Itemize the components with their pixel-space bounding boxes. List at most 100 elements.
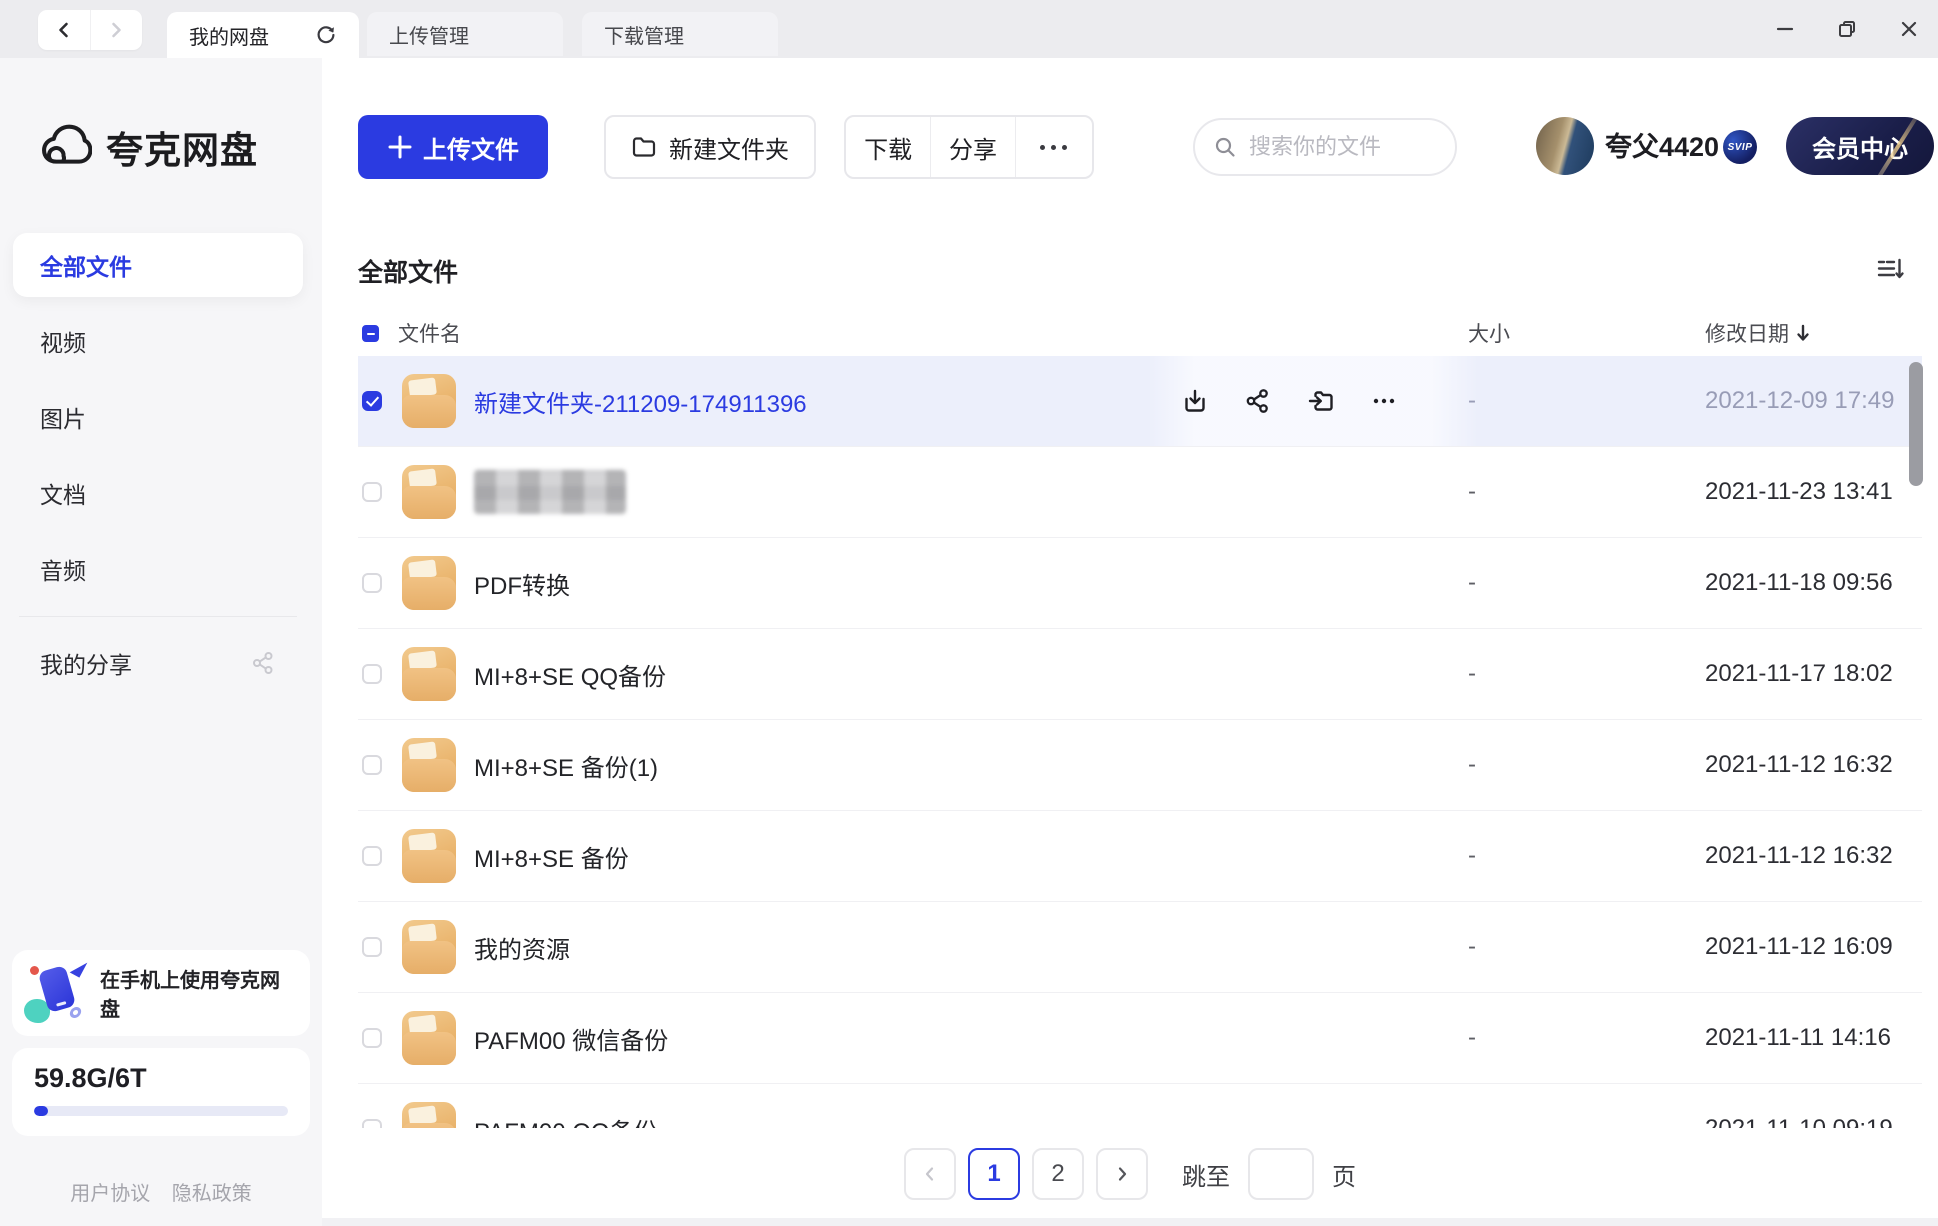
- column-header-date[interactable]: 修改日期: [1705, 310, 1811, 356]
- row-checkbox[interactable]: [362, 482, 382, 502]
- jump-page-input[interactable]: [1248, 1148, 1314, 1200]
- row-checkbox[interactable]: [362, 755, 382, 775]
- sidebar-item-label: 文档: [40, 482, 86, 508]
- row-checkbox[interactable]: [362, 1028, 382, 1048]
- back-button[interactable]: [38, 10, 90, 50]
- mobile-promo-card[interactable]: 在手机上使用夸克网盘: [12, 950, 310, 1036]
- username[interactable]: 夸父4420: [1605, 115, 1719, 179]
- scrollbar-thumb[interactable]: [1909, 362, 1923, 486]
- forward-button[interactable]: [89, 10, 143, 50]
- window-bottom-strip: [322, 1218, 1938, 1226]
- promo-text: 在手机上使用夸克网盘: [100, 970, 280, 1021]
- folder-icon: [402, 1011, 456, 1065]
- file-row[interactable]: MI+8+SE QQ备份 - 2021-11-17 18:02: [358, 629, 1922, 720]
- next-page-button[interactable]: [1096, 1148, 1148, 1200]
- row-checkbox[interactable]: [362, 937, 382, 957]
- sidebar: 夸克网盘 全部文件 视频 图片 文档 音频 我的分享 在手机上使用夸克网盘 59…: [0, 58, 322, 1226]
- sidebar-item-label: 音频: [40, 558, 86, 584]
- row-actions: [1148, 356, 1478, 446]
- file-name[interactable]: MI+8+SE 备份: [474, 839, 629, 874]
- folder-icon: [402, 374, 456, 428]
- row-checkbox[interactable]: [362, 664, 382, 684]
- file-row[interactable]: PDF转换 - 2021-11-18 09:56: [358, 538, 1922, 629]
- file-name[interactable]: MI+8+SE QQ备份: [474, 657, 666, 692]
- column-header-date-label: 修改日期: [1705, 323, 1789, 346]
- download-label: 下载: [864, 136, 913, 164]
- file-name[interactable]: PAFM00 QQ备份: [474, 1112, 658, 1129]
- page-button-2[interactable]: 2: [1032, 1148, 1084, 1200]
- minimize-button[interactable]: [1774, 18, 1796, 40]
- sidebar-item-images[interactable]: 图片: [13, 385, 303, 449]
- tab-upload-manager[interactable]: 上传管理: [367, 12, 563, 56]
- history-nav: [38, 10, 142, 50]
- file-name[interactable]: PDF转换: [474, 566, 570, 601]
- download-button[interactable]: 下载: [846, 117, 930, 177]
- new-folder-button[interactable]: 新建文件夹: [604, 115, 816, 179]
- file-row[interactable]: MI+8+SE 备份 - 2021-11-12 16:32: [358, 811, 1922, 902]
- list-settings-icon[interactable]: [1875, 254, 1905, 284]
- restore-button[interactable]: [1836, 18, 1858, 40]
- search-input[interactable]: [1249, 134, 1437, 160]
- file-size: -: [1468, 478, 1476, 505]
- share-button[interactable]: 分享: [930, 117, 1014, 177]
- file-name[interactable]: 我的资源: [474, 930, 570, 965]
- file-row[interactable]: PAFM00 QQ备份 - 2021-11-10 09:19: [358, 1084, 1922, 1128]
- more-icon: [1040, 144, 1046, 150]
- sidebar-item-videos[interactable]: 视频: [13, 309, 303, 373]
- row-checkbox[interactable]: [362, 846, 382, 866]
- app-name: 夸克网盘: [106, 130, 258, 171]
- list-column-headers: 文件名 大小 修改日期: [358, 310, 1922, 356]
- sidebar-item-label: 我的分享: [40, 652, 132, 678]
- file-row[interactable]: - 2021-11-23 13:41: [358, 447, 1922, 538]
- user-agreement-link[interactable]: 用户协议: [70, 1183, 150, 1205]
- sidebar-item-label: 视频: [40, 330, 86, 356]
- privacy-policy-link[interactable]: 隐私政策: [172, 1183, 252, 1205]
- file-name[interactable]: PAFM00 微信备份: [474, 1021, 668, 1056]
- file-date: 2021-11-18 09:56: [1705, 569, 1893, 596]
- file-row[interactable]: MI+8+SE 备份(1) - 2021-11-12 16:32: [358, 720, 1922, 811]
- row-checkbox[interactable]: [362, 391, 382, 411]
- chevron-right-icon: [107, 21, 125, 39]
- file-name[interactable]: 新建文件夹-211209-174911396: [474, 384, 807, 419]
- file-date: 2021-12-09 17:49: [1705, 387, 1895, 414]
- tab-label: 我的网盘: [189, 26, 269, 49]
- file-row[interactable]: PAFM00 微信备份 - 2021-11-11 14:16: [358, 993, 1922, 1084]
- user-avatar[interactable]: [1536, 117, 1594, 175]
- sidebar-item-audio[interactable]: 音频: [13, 537, 303, 601]
- download-icon[interactable]: [1181, 387, 1209, 415]
- tab-download-manager[interactable]: 下载管理: [582, 12, 778, 56]
- share-icon[interactable]: [1244, 387, 1272, 415]
- more-icon[interactable]: [1370, 387, 1398, 415]
- storage-card: 59.8G/6T: [12, 1048, 310, 1136]
- select-all-checkbox[interactable]: [362, 324, 379, 342]
- file-size: -: [1468, 1024, 1476, 1051]
- file-row[interactable]: 我的资源 - 2021-11-12 16:09: [358, 902, 1922, 993]
- sidebar-item-my-shares[interactable]: 我的分享: [13, 631, 303, 695]
- prev-page-button[interactable]: [904, 1148, 956, 1200]
- upload-file-button[interactable]: 上传文件: [358, 115, 548, 179]
- search-icon: [1213, 135, 1237, 159]
- move-to-folder-icon[interactable]: [1307, 387, 1335, 415]
- more-actions-button[interactable]: [1014, 117, 1092, 177]
- file-size: -: [1468, 1115, 1476, 1128]
- close-button[interactable]: [1898, 18, 1920, 40]
- file-name[interactable]: MI+8+SE 备份(1): [474, 748, 658, 783]
- refresh-icon[interactable]: [315, 24, 337, 46]
- window-controls: [1774, 0, 1920, 58]
- file-name-censored[interactable]: [474, 470, 626, 514]
- sidebar-divider: [19, 616, 297, 617]
- sidebar-item-documents[interactable]: 文档: [13, 461, 303, 525]
- row-checkbox[interactable]: [362, 1119, 382, 1128]
- folder-icon: [402, 829, 456, 883]
- tab-my-drive[interactable]: 我的网盘: [167, 12, 359, 58]
- action-button-group: 下载 分享: [844, 115, 1094, 179]
- file-size: -: [1468, 933, 1476, 960]
- member-center-button[interactable]: 会员中心: [1786, 117, 1934, 175]
- main-content: 上传文件 新建文件夹 下载 分享 夸父4420 SVIP: [322, 58, 1938, 1226]
- page-button-1[interactable]: 1: [968, 1148, 1020, 1200]
- row-checkbox[interactable]: [362, 573, 382, 593]
- file-row-selected[interactable]: 新建文件夹-211209-174911396 - 2021-12-09 17:4…: [358, 356, 1922, 447]
- sidebar-item-all-files[interactable]: 全部文件: [13, 233, 303, 297]
- search-box[interactable]: [1193, 118, 1457, 176]
- storage-progress-fill: [34, 1106, 48, 1116]
